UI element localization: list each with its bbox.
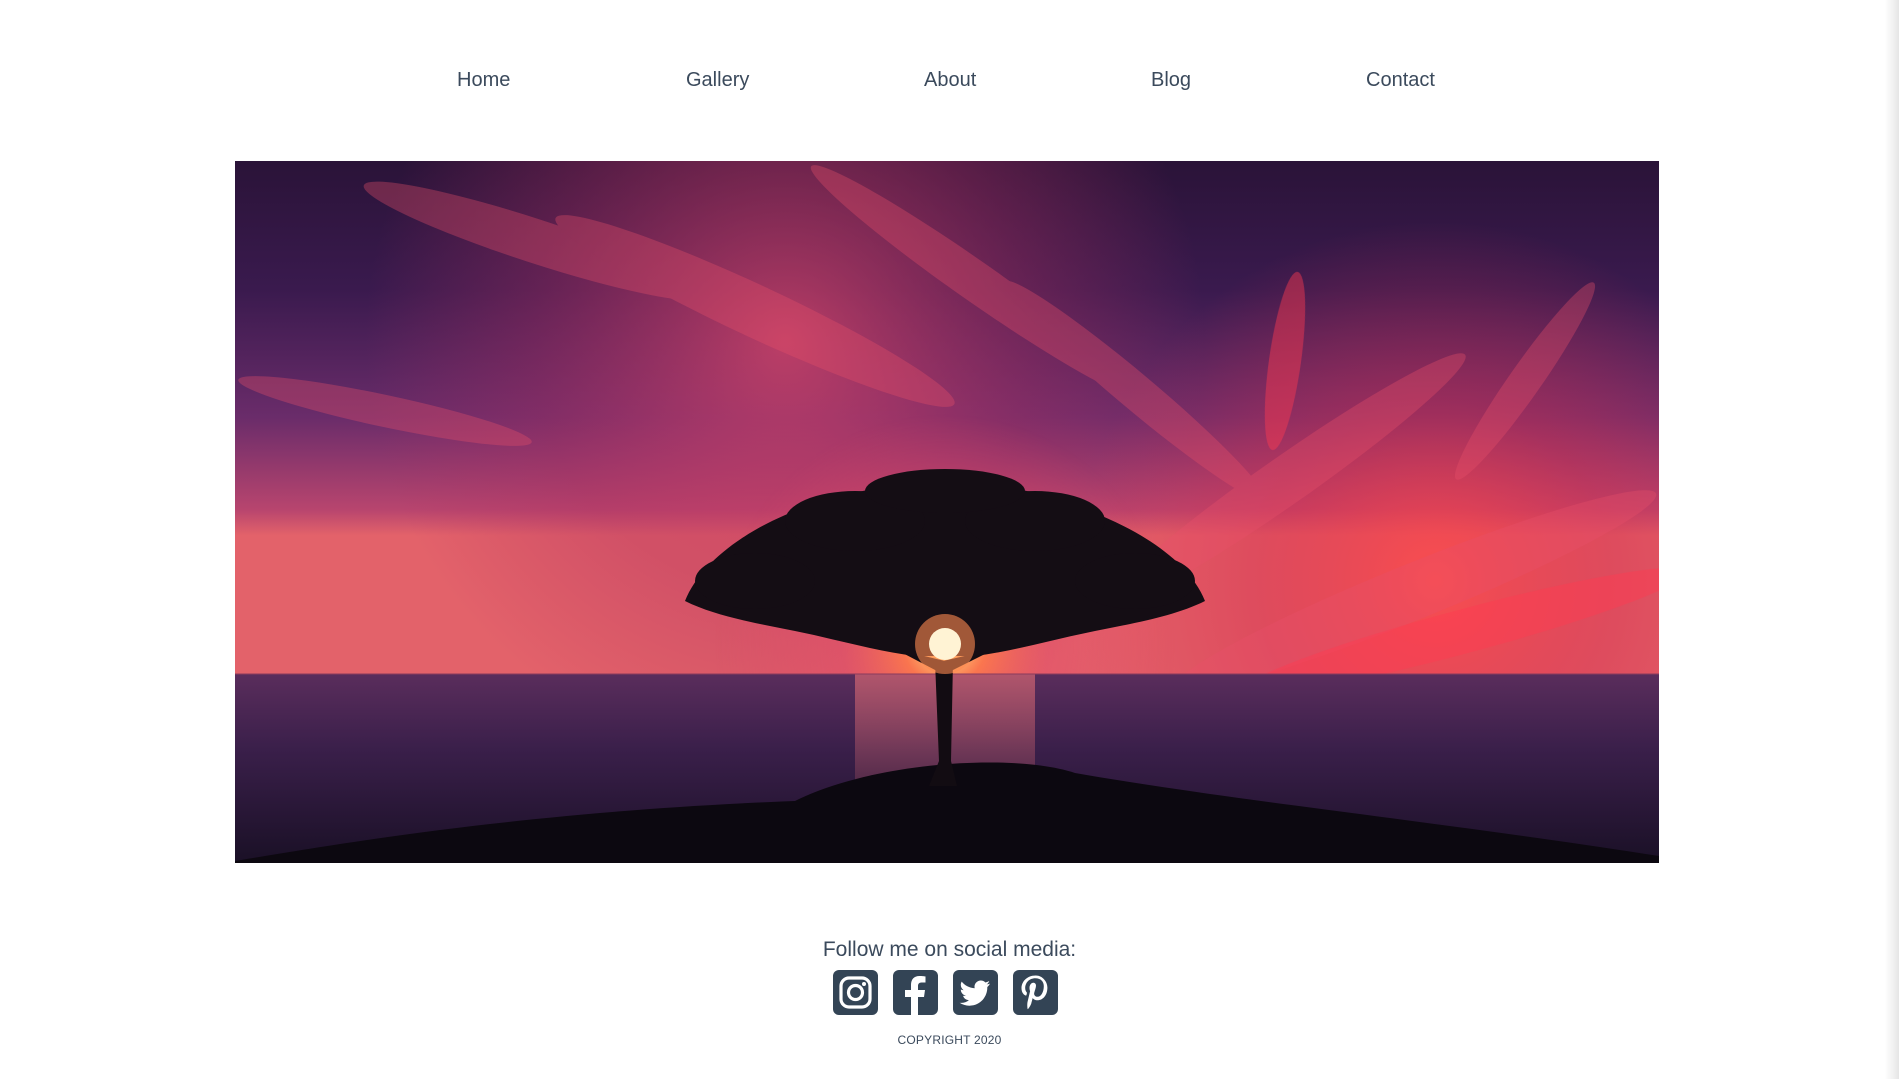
nav-contact[interactable]: Contact — [1366, 62, 1435, 98]
window-edge-shadow — [1885, 0, 1899, 1079]
copyright: COPYRIGHT 2020 — [897, 1033, 1002, 1047]
hero-image — [235, 161, 1659, 863]
social-links — [833, 970, 1058, 1015]
nav-about[interactable]: About — [924, 62, 976, 98]
main-nav: Home Gallery About Blog Contact — [0, 62, 1899, 98]
page: Home Gallery About Blog Contact Follow m… — [0, 0, 1899, 1079]
nav-gallery[interactable]: Gallery — [686, 62, 749, 98]
follow-text: Follow me on social media: — [822, 938, 1077, 961]
nav-blog[interactable]: Blog — [1151, 62, 1191, 98]
instagram-icon[interactable] — [833, 970, 878, 1015]
pinterest-icon[interactable] — [1013, 970, 1058, 1015]
twitter-icon[interactable] — [953, 970, 998, 1015]
nav-home[interactable]: Home — [457, 62, 510, 98]
facebook-icon[interactable] — [893, 970, 938, 1015]
